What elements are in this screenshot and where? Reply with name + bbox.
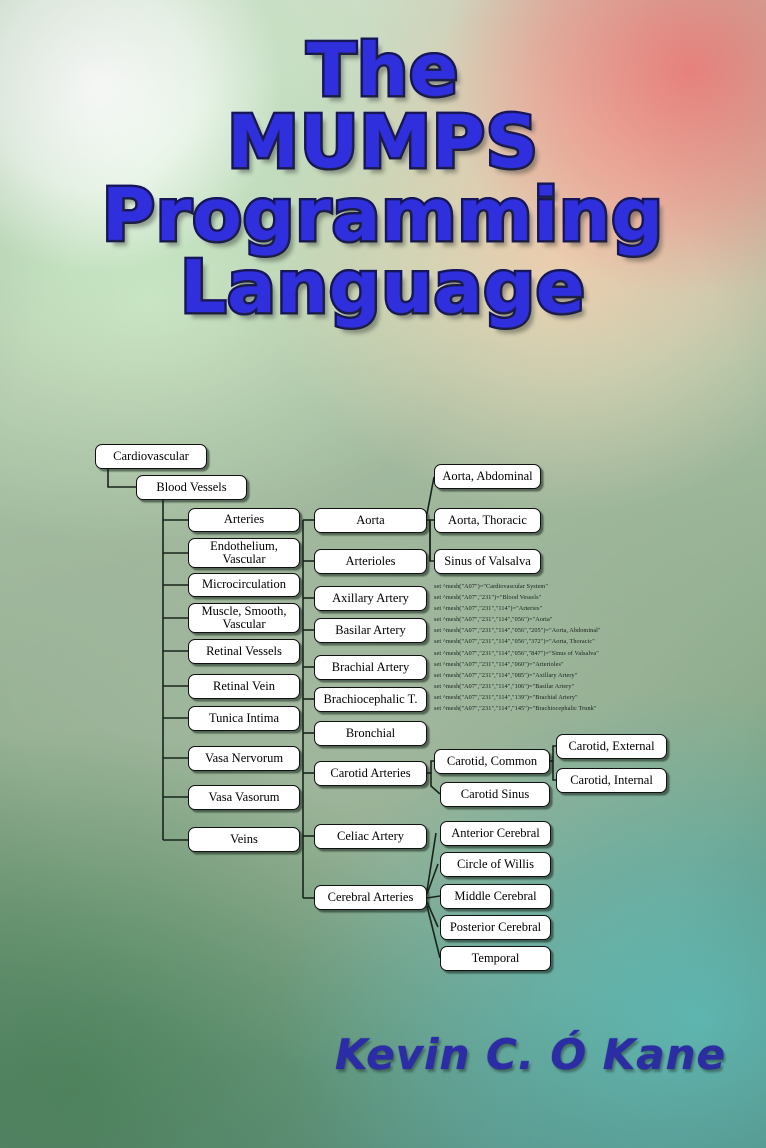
diagram-node-cardiovascular: Cardiovascular xyxy=(95,444,207,469)
diagram-node-vasa-vasorum: Vasa Vasorum xyxy=(188,785,300,810)
diagram-node-circle-of-willis: Circle of Willis xyxy=(440,852,551,877)
diagram-node-carotid-arteries: Carotid Arteries xyxy=(314,761,427,786)
diagram-node-vasa-nervorum: Vasa Nervorum xyxy=(188,746,300,771)
diagram-node-sinus-of-valsalva: Sinus of Valsalva xyxy=(434,549,541,574)
diagram-node-temporal: Temporal xyxy=(440,946,551,971)
diagram-node-arteries: Arteries xyxy=(188,508,300,532)
diagram-node-basilar-artery: Basilar Artery xyxy=(314,618,427,643)
diagram-node-endothelium-vascular: Endothelium, Vascular xyxy=(188,538,300,568)
diagram-node-microcirculation: Microcirculation xyxy=(188,573,300,597)
diagram-node-arterioles: Arterioles xyxy=(314,549,427,574)
diagram-node-celiac-artery: Celiac Artery xyxy=(314,824,427,849)
diagram-node-carotid-sinus: Carotid Sinus xyxy=(440,782,550,807)
diagram-node-aorta: Aorta xyxy=(314,508,427,533)
diagram-node-tunica-intima: Tunica Intima xyxy=(188,706,300,731)
diagram-node-anterior-cerebral: Anterior Cerebral xyxy=(440,821,551,846)
diagram-node-aorta-thoracic: Aorta, Thoracic xyxy=(434,508,541,533)
diagram-node-middle-cerebral: Middle Cerebral xyxy=(440,884,551,909)
diagram-node-posterior-cerebral: Posterior Cerebral xyxy=(440,915,551,940)
diagram-node-blood-vessels: Blood Vessels xyxy=(136,475,247,500)
diagram-node-retinal-vessels: Retinal Vessels xyxy=(188,639,300,664)
diagram-node-aorta-abdominal: Aorta, Abdominal xyxy=(434,464,541,489)
mumps-code-snippet: set ^mesh("A07")="Cardiovascular System"… xyxy=(434,583,601,713)
diagram-node-veins: Veins xyxy=(188,827,300,852)
diagram-node-carotid-external: Carotid, External xyxy=(556,734,667,759)
diagram-node-brachial-artery: Brachial Artery xyxy=(314,655,427,680)
diagram-node-brachiocephalic-trunk: Brachiocephalic T. xyxy=(314,687,427,712)
diagram-node-retinal-vein: Retinal Vein xyxy=(188,674,300,699)
diagram-node-axillary-artery: Axillary Artery xyxy=(314,586,427,611)
diagram-node-carotid-internal: Carotid, Internal xyxy=(556,768,667,793)
diagram-node-bronchial: Bronchial xyxy=(314,721,427,746)
author-name: Kevin C. Ó Kane xyxy=(334,1030,726,1079)
diagram-node-cerebral-arteries: Cerebral Arteries xyxy=(314,885,427,910)
mesh-hierarchy-diagram: Cardiovascular Blood Vessels Arteries Endot… xyxy=(0,0,766,1148)
diagram-node-muscle-smooth-vascular: Muscle, Smooth, Vascular xyxy=(188,603,300,633)
diagram-connectors xyxy=(107,469,556,959)
diagram-node-carotid-common: Carotid, Common xyxy=(434,749,550,774)
book-cover: The MUMPS Programming Language Cardiovas… xyxy=(0,0,766,1148)
